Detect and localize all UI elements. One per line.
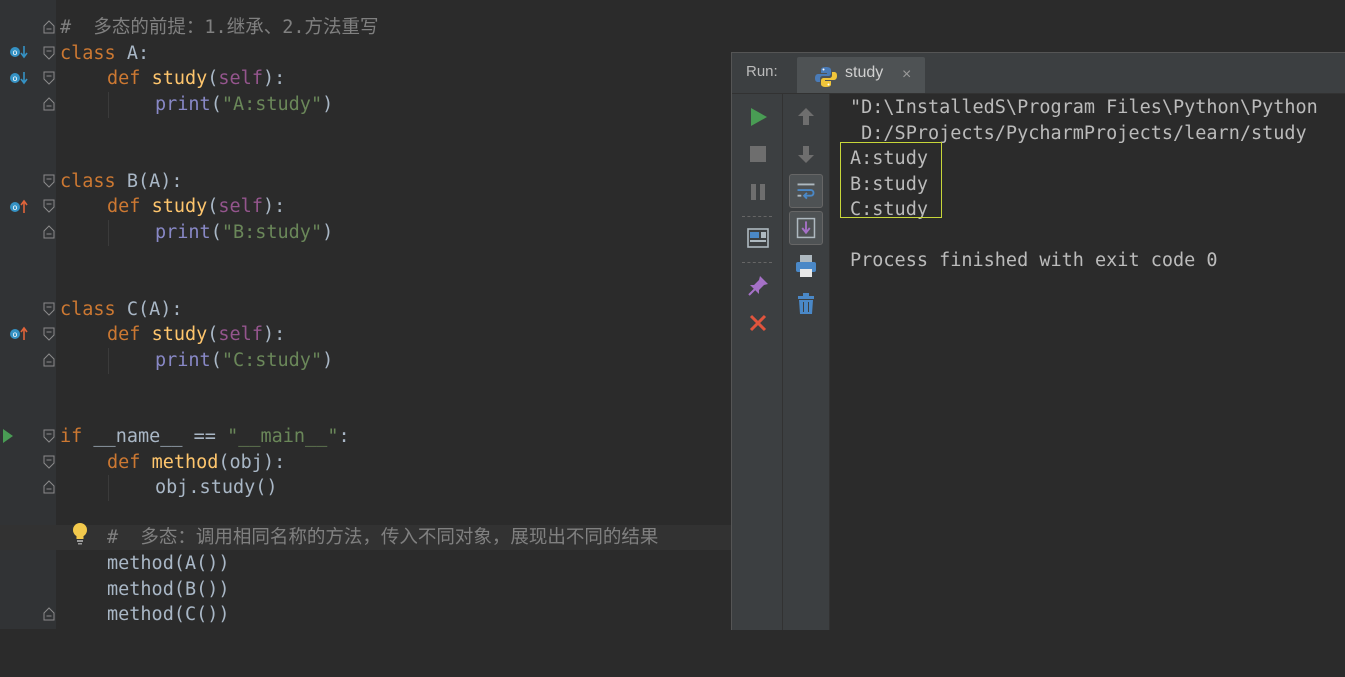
self-param: self — [218, 196, 263, 217]
keyword: if — [60, 426, 83, 447]
fold-end-icon[interactable] — [43, 97, 55, 111]
output-highlight-box — [840, 142, 942, 218]
console-line: Process finished with exit code 0 — [850, 250, 1218, 271]
fold-start-icon[interactable] — [43, 46, 55, 60]
function-name: study — [151, 196, 208, 217]
console-line: "D:\InstalledS\Program Files\Python\Pyth… — [850, 97, 1318, 118]
trash-icon[interactable] — [789, 287, 823, 321]
up-arrow-icon[interactable] — [789, 100, 823, 134]
class-name: A: — [115, 43, 150, 64]
self-param: self — [218, 324, 263, 345]
code-text: (obj): — [218, 452, 286, 473]
python-icon — [815, 67, 837, 87]
code-text: obj.study() — [155, 477, 278, 498]
paren: ) — [322, 350, 334, 371]
paren: ) — [322, 222, 334, 243]
builtin: print — [155, 222, 211, 243]
builtin: print — [155, 94, 211, 115]
run-tab-study[interactable]: study × — [797, 57, 925, 93]
run-gutter-icon[interactable] — [3, 429, 13, 443]
close-tab-icon[interactable]: × — [902, 66, 911, 84]
paren: ( — [210, 222, 222, 243]
string: "A:study" — [221, 94, 323, 115]
override-up-icon[interactable]: o — [9, 326, 29, 342]
fold-end-icon[interactable] — [43, 353, 55, 367]
paren: ): — [262, 68, 286, 89]
lightbulb-icon[interactable] — [70, 521, 90, 545]
run-tool-window[interactable]: Run: study × "D:\InstalledS\Program File… — [731, 52, 1345, 630]
fold-end-icon[interactable] — [43, 480, 55, 494]
fold-start-icon[interactable] — [43, 199, 55, 213]
paren: ) — [322, 94, 334, 115]
code-text: method(B()) — [107, 579, 230, 600]
override-down-icon[interactable]: o — [9, 70, 29, 86]
paren: ): — [262, 324, 286, 345]
class-name: B(A): — [115, 171, 183, 192]
run-toolbar-secondary — [783, 94, 830, 630]
soft-wrap-icon[interactable] — [789, 174, 823, 208]
comment: # 多态的前提：1.继承、2.方法重写 — [60, 17, 379, 38]
fold-start-icon[interactable] — [43, 327, 55, 341]
paren: ): — [262, 196, 286, 217]
close-icon[interactable] — [741, 306, 775, 340]
fold-start-icon[interactable] — [43, 302, 55, 316]
keyword: def — [107, 68, 141, 89]
string: "C:study" — [221, 350, 323, 371]
run-label: Run: — [746, 63, 778, 80]
stop-icon[interactable] — [741, 137, 775, 171]
code-text: method(A()) — [107, 553, 230, 574]
fold-end-icon[interactable] — [43, 225, 55, 239]
fold-start-icon[interactable] — [43, 455, 55, 469]
override-up-icon[interactable]: o — [9, 199, 29, 215]
tab-name: study — [845, 64, 884, 81]
keyword: def — [107, 324, 141, 345]
pin-icon[interactable] — [741, 269, 775, 303]
class-name: C(A): — [115, 299, 183, 320]
console-output[interactable]: "D:\InstalledS\Program Files\Python\Pyth… — [830, 94, 1345, 630]
code-text: : — [338, 426, 350, 447]
code-text: method(C()) — [107, 604, 230, 625]
function-name: method — [151, 452, 219, 473]
comment: # 多态：调用相同名称的方法，传入不同对象，展现出不同的结果 — [107, 527, 659, 548]
code-line[interactable]: # 多态的前提：1.继承、2.方法重写 — [0, 15, 1345, 40]
function-name: study — [151, 324, 208, 345]
fold-start-icon[interactable] — [43, 174, 55, 188]
print-icon[interactable] — [789, 249, 823, 283]
keyword: class — [60, 43, 116, 64]
paren: ( — [210, 350, 222, 371]
function-name: study — [151, 68, 208, 89]
down-arrow-icon[interactable] — [789, 137, 823, 171]
keyword: def — [107, 452, 141, 473]
builtin: print — [155, 350, 211, 371]
svg-text:o: o — [13, 203, 18, 212]
paren: ( — [210, 94, 222, 115]
run-header: Run: study × — [732, 53, 1345, 94]
pause-icon[interactable] — [741, 175, 775, 209]
toolbar-separator — [742, 262, 772, 263]
svg-text:o: o — [13, 330, 18, 339]
string: "__main__" — [227, 426, 339, 447]
fold-end-icon[interactable] — [43, 20, 55, 34]
code-text: __name__ == — [82, 426, 228, 447]
paren: ( — [207, 196, 219, 217]
run-toolbar-primary — [732, 94, 783, 630]
fold-start-icon[interactable] — [43, 71, 55, 85]
override-down-icon[interactable]: o — [9, 44, 29, 60]
rerun-icon[interactable] — [741, 100, 775, 134]
scroll-to-end-icon[interactable] — [789, 211, 823, 245]
self-param: self — [218, 68, 263, 89]
svg-text:o: o — [13, 74, 18, 83]
toolbar-separator — [742, 216, 772, 217]
fold-start-icon[interactable] — [43, 429, 55, 443]
paren: ( — [207, 68, 219, 89]
keyword: class — [60, 299, 116, 320]
svg-text:o: o — [13, 48, 18, 57]
fold-end-icon[interactable] — [43, 607, 55, 621]
paren: ( — [207, 324, 219, 345]
keyword: def — [107, 196, 141, 217]
keyword: class — [60, 171, 116, 192]
restore-layout-icon[interactable] — [741, 221, 775, 255]
string: "B:study" — [221, 222, 323, 243]
